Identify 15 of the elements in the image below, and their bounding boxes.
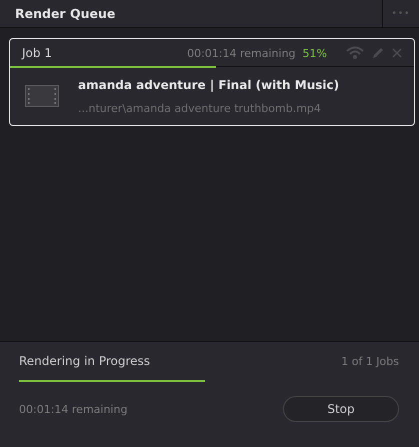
job-card[interactable]: Job 1 00:01:14 remaining 51% amanda adventure | Final (with Music) ...nturer\amanda adventure truthbomb.mp4	[9, 38, 415, 126]
job-title: amanda adventure | Final (with Music)	[78, 78, 340, 92]
close-icon[interactable]	[392, 48, 402, 58]
file-path: ...nturer\amanda adventure truthbomb.mp4	[78, 102, 322, 114]
job-name: Job 1	[22, 46, 53, 60]
job-count: 1 of 1 Jobs	[341, 354, 399, 368]
render-status: Rendering in Progress	[19, 354, 150, 368]
time-remaining: 00:01:14 remaining	[187, 46, 296, 60]
time-remaining: 00:01:14 remaining	[19, 402, 128, 416]
pencil-icon[interactable]	[371, 46, 385, 60]
percent-complete: 51%	[302, 46, 327, 60]
panel-title: Render Queue	[14, 6, 116, 21]
film-icon	[25, 85, 59, 107]
stop-button[interactable]: Stop	[283, 396, 399, 422]
wifi-icon[interactable]	[346, 46, 364, 60]
